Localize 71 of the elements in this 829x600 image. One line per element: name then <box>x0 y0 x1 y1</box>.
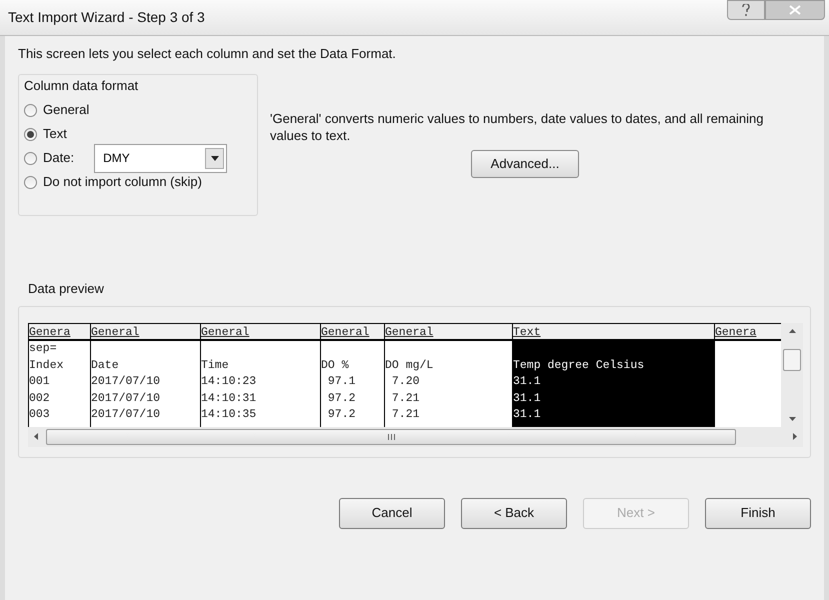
preview-cell: Date <box>91 358 119 372</box>
preview-cell: 14:10:35 <box>201 408 256 421</box>
radio-button[interactable] <box>24 176 37 188</box>
preview-cell: DO mg/L <box>385 358 434 372</box>
preview-cell: 003 <box>29 408 50 421</box>
preview-column[interactable]: Genera sep= Index 001 002 003 <box>28 323 90 426</box>
dialog-button[interactable]: Cancel <box>339 498 445 528</box>
format-description: 'General' converts numeric values to numbers, date values to dates, and all remaining values to text. <box>270 110 764 144</box>
preview-cell: sep= <box>29 342 57 355</box>
help-icon <box>742 4 750 16</box>
preview-cell-text: 97.2 <box>326 408 356 421</box>
dropdown-value: DMY <box>103 150 130 167</box>
radio-label[interactable]: General <box>43 100 90 120</box>
preview-cell: 002 <box>29 392 50 404</box>
preview-cell: 31.1 <box>513 375 541 388</box>
preview-column[interactable]: Genera <box>714 323 781 426</box>
scroll-right-icon[interactable] <box>793 433 797 440</box>
preview-cell-text: 97.1 <box>326 375 356 388</box>
window-title: Text Import Wizard - Step 3 of 3 <box>8 8 205 27</box>
group-title: Data preview <box>28 280 105 298</box>
scroll-up-icon[interactable] <box>788 329 796 333</box>
preview-cell: Time <box>201 358 229 372</box>
preview-cell-text: 7.21 <box>390 392 420 404</box>
horizontal-scrollbar[interactable] <box>28 426 803 446</box>
preview-column[interactable]: General Time 14:10:23 14:10:31 14:10:35 <box>200 323 320 426</box>
intro-text: This screen lets you select each column and set the Data Format. <box>18 45 397 63</box>
preview-cell-text: 7.21 <box>390 408 420 421</box>
scroll-down-icon[interactable] <box>788 416 796 420</box>
dialog-button[interactable]: Finish <box>705 498 811 528</box>
advanced-button[interactable]: Advanced... <box>471 150 579 178</box>
preview-cell-text: 97.2 <box>326 392 356 404</box>
preview-cell: Temp degree Celsius <box>513 358 644 372</box>
help-button[interactable] <box>727 0 765 20</box>
close-icon <box>789 5 801 15</box>
column-format-header[interactable]: Text <box>513 323 714 341</box>
preview-cell: 14:10:23 <box>201 375 256 388</box>
column-format-header[interactable]: General <box>385 323 512 341</box>
radio-label[interactable]: Date: <box>43 148 74 168</box>
preview-cell: 31.1 <box>513 408 541 421</box>
scroll-left-icon[interactable] <box>34 433 38 440</box>
radio-label[interactable]: Do not import column (skip) <box>43 172 202 192</box>
preview-cell: 2017/07/10 <box>91 375 160 388</box>
preview-cell: 2017/07/10 <box>91 392 160 404</box>
group-title: Column data format <box>24 76 140 94</box>
column-format-header[interactable]: General <box>91 323 200 341</box>
radio-button[interactable] <box>24 152 37 164</box>
preview-cell-text: 7.20 <box>390 375 420 388</box>
preview-cell: 2017/07/10 <box>91 408 160 421</box>
column-format-header[interactable]: General <box>201 323 320 341</box>
close-button[interactable] <box>765 0 825 20</box>
radio-button[interactable] <box>24 104 37 116</box>
column-format-header[interactable]: General <box>321 323 384 341</box>
preview-cell: 001 <box>29 375 50 388</box>
preview-cell: Index <box>29 358 64 372</box>
radio-button[interactable] <box>24 128 37 140</box>
vertical-scrollbar[interactable] <box>781 323 803 426</box>
preview-column[interactable]: General DO mg/L 7.20 7.21 7.21 <box>384 323 512 426</box>
scroll-thumb[interactable] <box>46 428 736 444</box>
preview-cell: 31.1 <box>513 392 541 404</box>
preview-column[interactable]: Text Temp degree Celsius 31.1 31.1 31.1 <box>512 323 714 426</box>
grip-icon <box>388 434 394 440</box>
preview-column[interactable]: General DO % 97.1 97.2 97.2 <box>320 323 384 426</box>
date-format-dropdown[interactable]: DMY <box>94 144 228 172</box>
column-format-header[interactable]: Genera <box>29 323 90 341</box>
preview-cell: DO % <box>321 358 349 372</box>
column-format-header[interactable]: Genera <box>715 323 781 341</box>
scroll-thumb[interactable] <box>783 348 801 371</box>
preview-column[interactable]: General Date 2017/07/10 2017/07/10 2017/07/10 <box>90 323 200 426</box>
preview-cell: 14:10:31 <box>201 392 256 404</box>
radio-label[interactable]: Text <box>43 124 67 144</box>
dialog-button[interactable]: < Back <box>461 498 567 528</box>
